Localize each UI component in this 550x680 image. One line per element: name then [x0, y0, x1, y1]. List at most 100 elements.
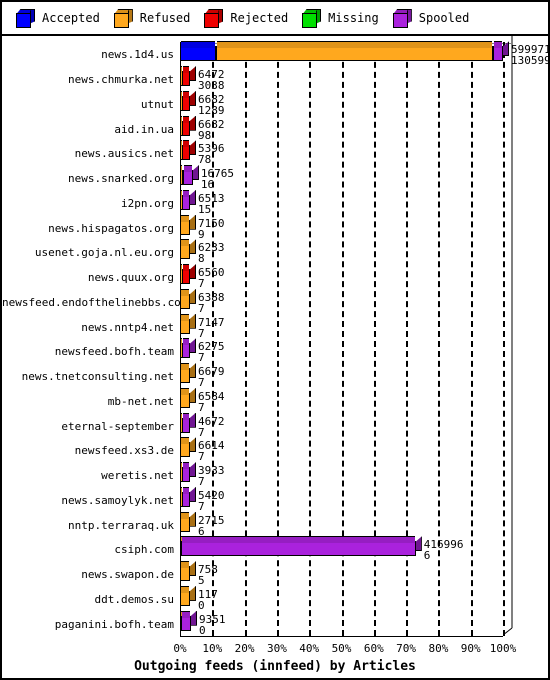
- y-axis-label: weretis.net: [101, 469, 174, 483]
- chart-title: Outgoing feeds (innfeed) by Articles: [134, 659, 416, 674]
- y-axis-label: utnut: [140, 97, 174, 111]
- bar-value-labels: 4672 7: [198, 416, 225, 438]
- bar-segment-spooled: [181, 338, 196, 359]
- x-tick-label: 100%: [489, 642, 517, 655]
- bar-value-labels: 117 0: [198, 589, 218, 611]
- x-axis-line: [180, 636, 503, 637]
- cube-icon: [302, 8, 322, 28]
- bar-value-bottom: 7: [198, 351, 205, 365]
- bar-value-top: 9351: [198, 612, 226, 626]
- bar-value-bottom: 98: [198, 128, 212, 142]
- bar-value-top: 2715: [198, 513, 225, 527]
- bar-value-labels: 6584 7: [198, 391, 225, 413]
- bar-value-labels: 6513 15: [198, 193, 225, 215]
- bar-segment-refused: [180, 313, 196, 334]
- bar-segment-top: [181, 585, 189, 593]
- y-axis-label: news.ausics.net: [74, 147, 174, 161]
- bar-value-labels: 5420 7: [198, 490, 225, 512]
- bar-value-labels: 7147 7: [198, 317, 225, 339]
- legend-item-label: Spooled: [418, 11, 470, 25]
- bar-segment-top: [181, 239, 189, 247]
- bar-value-bottom: 0: [198, 623, 206, 637]
- bar-segment-refused: [180, 511, 196, 532]
- y-axis-label: news.1d4.us: [101, 48, 174, 62]
- bar-segment-spooled: [181, 536, 422, 557]
- bar-value-bottom: 6: [198, 524, 205, 538]
- y-axis-label: ddt.demos.su: [94, 592, 174, 606]
- y-axis-label: news.hispagatos.org: [48, 221, 174, 235]
- bar-value-bottom: 78: [198, 153, 212, 167]
- bar-value-labels: 6682 98: [198, 119, 225, 141]
- bar-segment-top: [181, 288, 189, 296]
- bar-segment-top: [182, 115, 189, 123]
- bar-value-bottom: 16: [200, 178, 215, 192]
- y-axis-label: news.nntp4.net: [81, 320, 174, 334]
- bar-segment-top: [181, 437, 189, 445]
- bar-segment-refused: [180, 214, 196, 235]
- y-axis-label: mb-net.net: [107, 394, 174, 408]
- y-axis-label: i2pn.org: [121, 196, 174, 210]
- legend-item-rejected: Rejected: [204, 8, 289, 28]
- bar-value-labels: 599971 130599: [511, 44, 550, 68]
- bar-segment-top: [181, 363, 189, 371]
- bar-segment-top: [494, 41, 502, 49]
- bar-segment-top: [182, 536, 415, 544]
- bar-value-bottom: 1289: [198, 103, 225, 117]
- bar-segment-top: [181, 313, 189, 321]
- gridline-100: [503, 42, 505, 636]
- bar-segment-refused: [180, 585, 196, 606]
- bar-value-bottom: 7: [198, 400, 205, 414]
- bar-segment-top: [182, 189, 189, 197]
- y-axis-label: newsfeed.endofthelinebbs.com: [2, 295, 188, 309]
- bar-value-bottom: 7: [198, 277, 205, 291]
- bar-value-top: 6682: [198, 117, 225, 131]
- y-axis-label: news.chmurka.net: [68, 73, 174, 87]
- bar-value-labels: 6679 7: [198, 366, 225, 388]
- bar-value-bottom: 7: [198, 450, 205, 464]
- bar-segment-top: [182, 264, 189, 272]
- bar-value-top: 7147: [198, 315, 225, 329]
- bar-segment-spooled: [182, 165, 199, 186]
- bar-value-top: 7150: [198, 216, 225, 230]
- bar-value-bottom: 6: [423, 549, 431, 563]
- y-axis-label: newsfeed.bofh.team: [54, 345, 174, 359]
- bar-segment-top: [182, 610, 190, 618]
- legend-item-missing: Missing: [302, 8, 379, 28]
- bar-segment-top: [216, 41, 493, 49]
- bar-value-bottom: 130599: [511, 54, 550, 68]
- bar-segment-top: [182, 90, 189, 98]
- bar-value-labels: 6472 3038: [198, 69, 225, 91]
- bar-value-bottom: 3038: [198, 79, 225, 93]
- bar-value-bottom: 8: [198, 252, 205, 266]
- bar-value-bottom: 9: [198, 227, 205, 241]
- legend-item-label: Accepted: [42, 11, 100, 25]
- bar-segment-rejected: [181, 115, 196, 136]
- bar-segment-top: [182, 66, 189, 74]
- bar-value-labels: 758 5: [198, 564, 218, 586]
- bar-value-labels: 416996 6: [424, 539, 464, 561]
- bar-segment-top: [183, 165, 192, 173]
- bar-value-labels: 6560 7: [198, 267, 225, 289]
- bar-segment-accepted: [180, 41, 216, 62]
- y-axis-label: nntp.terraraq.uk: [68, 518, 174, 532]
- y-axis-label: news.samoylyk.net: [61, 493, 174, 507]
- bar-value-bottom: 7: [198, 475, 205, 489]
- y-axis-label: news.swapon.de: [81, 568, 174, 582]
- chart-legend: Accepted Refused Rejected Missing Spooled: [2, 2, 548, 36]
- bar-value-labels: 6388 7: [198, 292, 225, 314]
- legend-item-label: Rejected: [230, 11, 289, 25]
- y-axis-label: news.snarked.org: [68, 172, 174, 186]
- legend-item-label: Refused: [139, 11, 191, 25]
- bar-segment-top: [182, 412, 189, 420]
- bar-segment-spooled: [181, 462, 196, 483]
- bar-segment-refused: [180, 288, 196, 309]
- bar-segment-top: [181, 561, 189, 569]
- bar-segment-spooled: [493, 41, 509, 62]
- bar-value-bottom: 0: [198, 598, 205, 612]
- y-axis-label: eternal-september: [61, 419, 174, 433]
- bar-value-labels: 6614 7: [198, 440, 225, 462]
- cube-icon: [16, 8, 35, 28]
- bar-segment-rejected: [181, 66, 196, 87]
- legend-item-spooled: Spooled: [392, 8, 470, 28]
- y-axis-label: news.tnetconsulting.net: [21, 370, 174, 384]
